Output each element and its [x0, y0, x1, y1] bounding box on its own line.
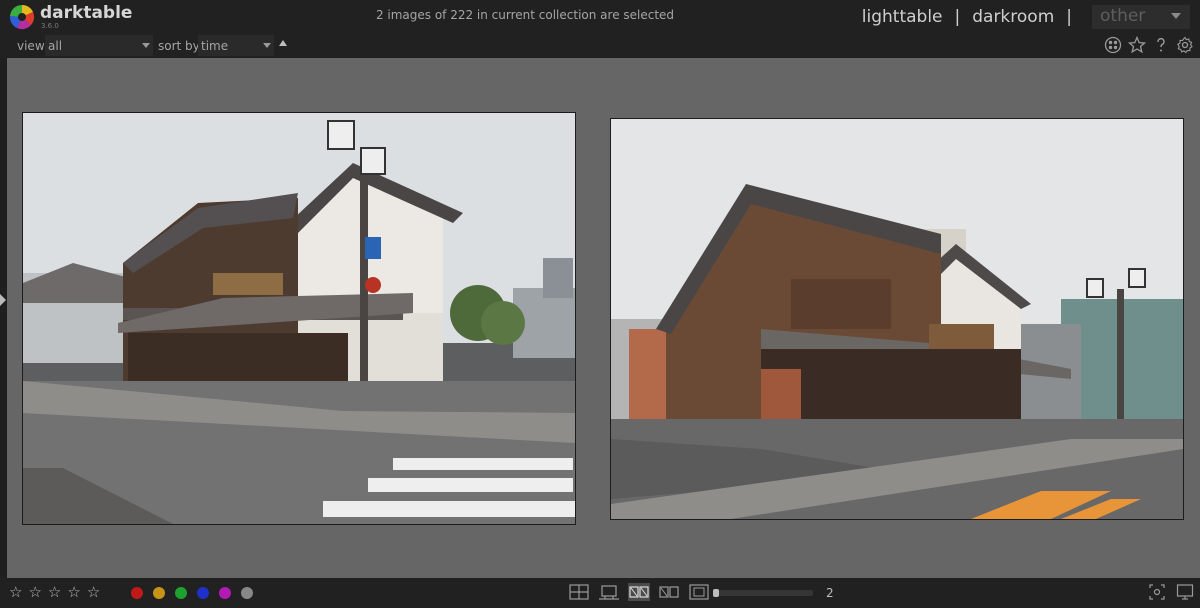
chevron-down-icon	[1171, 13, 1181, 19]
layout-switcher	[568, 583, 710, 601]
photo-storehouse-street	[23, 113, 575, 524]
zoom-slider-handle[interactable]	[713, 589, 719, 597]
filemanager-layout-icon[interactable]	[568, 583, 590, 601]
filter-value: all	[48, 39, 63, 53]
selection-status: 2 images of 222 in current collection ar…	[375, 8, 675, 22]
view-switcher: lighttable | darkroom | other	[862, 5, 1200, 29]
view-darkroom[interactable]: darkroom	[972, 7, 1054, 27]
star-rating: ☆ ☆ ☆ ☆ ☆	[9, 584, 100, 600]
view-other-dropdown[interactable]: other	[1092, 5, 1190, 29]
chevron-down-icon	[263, 43, 271, 48]
top-panel: darktable 3.6.0 2 images of 222 in curre…	[0, 0, 1200, 58]
view-other-label: other	[1100, 6, 1146, 26]
color-label-purple[interactable]	[219, 587, 231, 599]
left-panel-toggle-icon[interactable]	[0, 294, 6, 306]
app-version: 3.6.0	[41, 22, 59, 30]
star-icon[interactable]: ☆	[9, 584, 22, 600]
star-icon[interactable]: ☆	[48, 584, 61, 600]
filter-dropdown[interactable]: all	[45, 35, 153, 56]
star-icon[interactable]	[1128, 36, 1146, 54]
filter-label: view	[17, 39, 45, 53]
view-separator: |	[954, 7, 961, 27]
color-label-blue[interactable]	[197, 587, 209, 599]
color-labels	[131, 587, 253, 599]
sort-direction-icon[interactable]	[279, 40, 287, 46]
zoomable-layout-icon[interactable]	[598, 583, 620, 601]
sort-label: sort by	[158, 39, 200, 53]
color-label-green[interactable]	[175, 587, 187, 599]
culling-layout-icon[interactable]	[628, 583, 650, 601]
color-label-red[interactable]	[131, 587, 143, 599]
help-icon[interactable]	[1152, 36, 1170, 54]
bottom-panel: ☆ ☆ ☆ ☆ ☆ 2	[0, 578, 1200, 608]
gear-icon[interactable]	[1176, 36, 1194, 54]
color-label-yellow[interactable]	[153, 587, 165, 599]
focus-peaking-icon[interactable]	[1148, 583, 1166, 601]
view-separator: |	[1066, 7, 1072, 27]
zoom-slider[interactable]	[713, 589, 813, 597]
image-thumbnail[interactable]	[610, 118, 1184, 520]
presets-icon[interactable]	[1104, 36, 1122, 54]
preview-layout-icon[interactable]	[688, 583, 710, 601]
color-label-clear[interactable]	[241, 587, 253, 599]
bottom-right-icons	[1148, 583, 1194, 601]
star-icon[interactable]: ☆	[87, 584, 100, 600]
star-icon[interactable]: ☆	[28, 584, 41, 600]
culling-dynamic-icon[interactable]	[658, 583, 680, 601]
sort-value: time	[201, 39, 229, 53]
sort-dropdown[interactable]: time	[198, 35, 274, 56]
image-thumbnail[interactable]	[22, 112, 576, 525]
photo-storehouse-corner	[611, 119, 1183, 519]
view-lighttable[interactable]: lighttable	[862, 7, 943, 27]
star-icon[interactable]: ☆	[67, 584, 80, 600]
zoom-value: 2	[826, 586, 834, 600]
chevron-down-icon	[142, 43, 150, 48]
darktable-logo-icon	[9, 4, 35, 30]
app-name: darktable	[40, 3, 133, 23]
display-profile-icon[interactable]	[1176, 583, 1194, 601]
header-icons	[1104, 36, 1194, 54]
